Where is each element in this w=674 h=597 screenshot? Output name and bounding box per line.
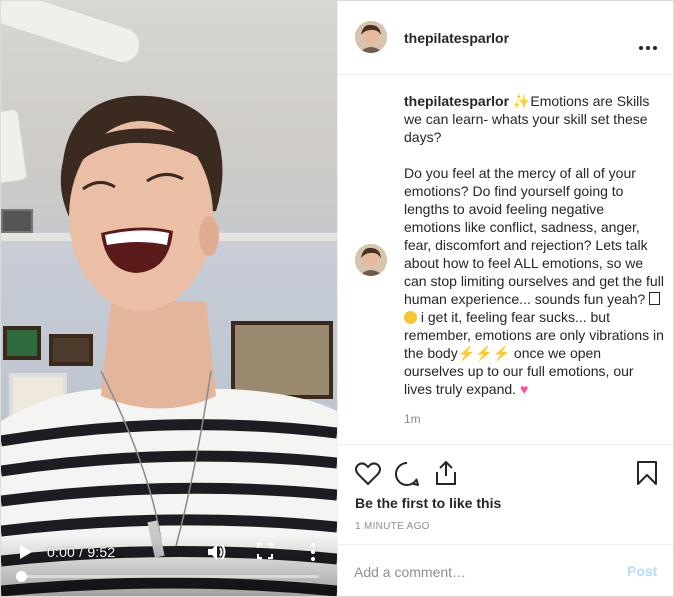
caption-body-1: Do you feel at the mercy of all of your … — [404, 165, 668, 307]
avatar[interactable] — [355, 21, 387, 53]
save-bookmark-icon[interactable] — [636, 460, 658, 486]
caption-time-ago: 1m — [404, 412, 421, 426]
caption-username[interactable]: thepilatesparlor — [404, 93, 509, 109]
sparkles-icon: ✨ — [512, 93, 531, 109]
caption-avatar[interactable] — [355, 244, 387, 276]
video-time-display: 0:00 / 9:52 — [47, 544, 116, 560]
more-options-icon[interactable] — [639, 37, 660, 55]
instagram-post: 0:00 / 9:52 thepilatesparlor thepilatesp… — [0, 0, 674, 597]
likes-text[interactable]: Be the first to like this — [355, 495, 501, 511]
grinning-sweat-emoji-icon — [404, 311, 417, 324]
play-icon[interactable] — [19, 545, 33, 559]
share-icon[interactable] — [434, 460, 458, 486]
like-heart-icon[interactable] — [355, 462, 381, 486]
comment-bar: Post — [338, 544, 673, 596]
video-progress-track[interactable] — [21, 575, 319, 578]
post-header: thepilatesparlor — [338, 1, 673, 75]
volume-icon[interactable] — [207, 543, 227, 561]
comment-icon[interactable] — [394, 461, 420, 487]
post-details-panel: thepilatesparlor thepilatesparlor ✨Emoti… — [337, 1, 673, 596]
post-comment-button[interactable]: Post — [627, 563, 657, 579]
missing-glyph-icon — [649, 292, 661, 305]
high-voltage-icon: ⚡⚡⚡ — [457, 345, 511, 361]
video-controls: 0:00 / 9:52 — [1, 536, 337, 596]
post-caption: thepilatesparlor ✨Emotions are Skills we… — [404, 92, 664, 398]
person-figure — [1, 95, 337, 596]
fullscreen-icon[interactable] — [257, 543, 273, 559]
post-username[interactable]: thepilatesparlor — [404, 30, 509, 46]
post-timestamp: 1 MINUTE AGO — [355, 521, 430, 532]
comment-input[interactable] — [354, 562, 604, 582]
pink-heart-icon: ♥ — [519, 381, 529, 397]
video-progress-knob[interactable] — [16, 571, 27, 582]
post-actions: Be the first to like this 1 MINUTE AGO — [338, 444, 673, 555]
video-player[interactable]: 0:00 / 9:52 — [1, 1, 337, 596]
video-more-options-icon[interactable] — [309, 542, 317, 562]
